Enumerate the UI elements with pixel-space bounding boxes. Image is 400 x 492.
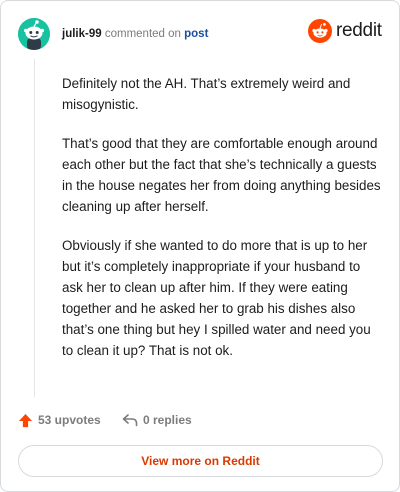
reddit-comment-card: julik-99 commented on post reddit Defini…	[0, 0, 400, 492]
comment-paragraph: That’s good that they are comfortable en…	[62, 136, 381, 214]
upvote-arrow-icon	[18, 413, 33, 427]
comment-header: julik-99 commented on post reddit	[18, 17, 382, 51]
username-link[interactable]: julik-99	[62, 28, 102, 40]
post-link[interactable]: post	[184, 28, 208, 40]
reply-button[interactable]: 0 replies	[122, 410, 192, 430]
reply-count: 0 replies	[143, 413, 192, 427]
upvote-count: 53 upvotes	[38, 413, 101, 427]
upvote-button[interactable]: 53 upvotes	[18, 410, 101, 430]
view-more-button[interactable]: View more on Reddit	[18, 445, 383, 477]
reply-icon	[122, 414, 138, 427]
reddit-logo[interactable]: reddit	[308, 19, 382, 47]
reddit-wordmark: reddit	[336, 20, 382, 41]
thread-line	[34, 59, 35, 397]
comment-actions: 53 upvotes 0 replies	[18, 410, 318, 430]
comment-body: Definitely not the AH. That’s extremely …	[62, 73, 382, 379]
byline-action-text: commented on	[104, 28, 181, 40]
comment-paragraph: Obviously if she wanted to do more that …	[62, 238, 371, 358]
comment-paragraph: Definitely not the AH. That’s extremely …	[62, 76, 351, 112]
avatar[interactable]	[18, 18, 50, 50]
reddit-snoo-icon	[308, 19, 332, 43]
byline: julik-99 commented on post	[62, 27, 208, 41]
snoo-avatar-icon	[18, 18, 50, 50]
